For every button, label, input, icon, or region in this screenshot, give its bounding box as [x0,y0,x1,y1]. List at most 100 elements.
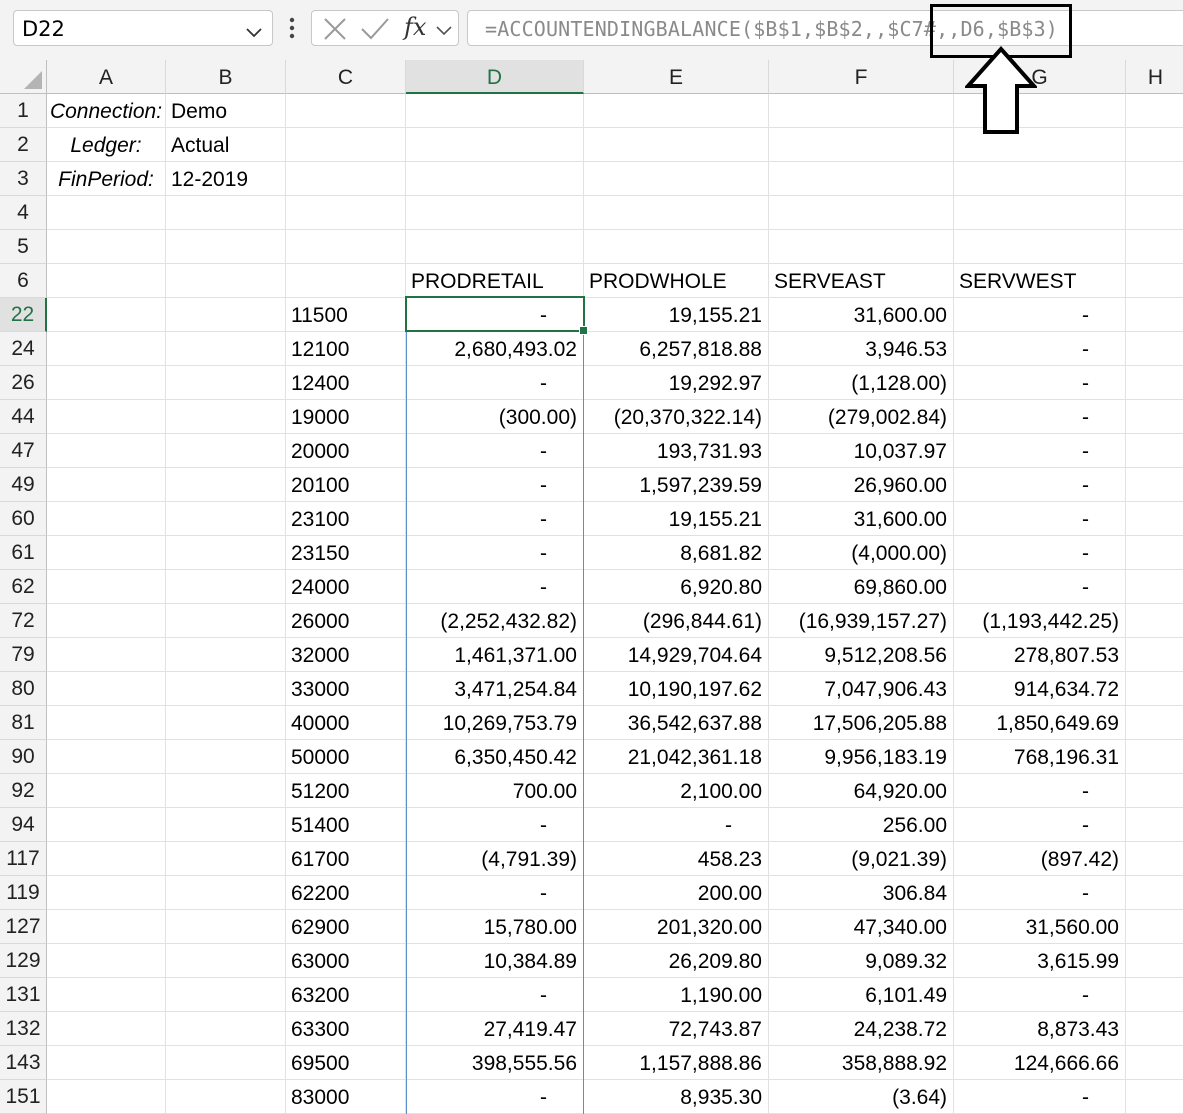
balance-cell[interactable]: 6,350,450.42 [406,740,584,774]
empty-cell[interactable] [47,332,166,366]
balance-cell[interactable]: - [954,774,1126,808]
empty-cell[interactable] [47,570,166,604]
empty-cell[interactable] [47,978,166,1012]
account-cell[interactable]: 62200 [286,876,406,910]
account-cell[interactable]: 20100 [286,468,406,502]
empty-cell[interactable] [166,434,286,468]
balance-cell[interactable]: 306.84 [769,876,954,910]
balance-cell[interactable]: (279,002.84) [769,400,954,434]
balance-cell[interactable]: 21,042,361.18 [584,740,769,774]
account-cell[interactable]: 63000 [286,944,406,978]
empty-cell[interactable] [47,298,166,332]
balance-cell[interactable]: 278,807.53 [954,638,1126,672]
balance-cell[interactable]: (300.00) [406,400,584,434]
row-header[interactable]: 92 [0,774,47,808]
formula-input[interactable]: =ACCOUNTENDINGBALANCE($B$1,$B$2,,$C7#,,D… [467,10,1183,46]
empty-cell[interactable] [1126,774,1183,808]
empty-cell[interactable] [166,978,286,1012]
empty-cell[interactable] [954,162,1126,196]
column-header-f[interactable]: F [769,60,954,94]
balance-cell[interactable]: - [406,876,584,910]
empty-cell[interactable] [286,128,406,162]
balance-cell[interactable]: 10,190,197.62 [584,672,769,706]
column-header-d[interactable]: D [406,60,584,94]
row-header[interactable]: 4 [0,196,47,230]
empty-cell[interactable] [1126,162,1183,196]
balance-cell[interactable]: 26,209.80 [584,944,769,978]
empty-cell[interactable] [47,944,166,978]
empty-cell[interactable] [47,706,166,740]
empty-cell[interactable] [166,400,286,434]
balance-cell[interactable]: 10,269,753.79 [406,706,584,740]
balance-cell[interactable]: 9,512,208.56 [769,638,954,672]
account-cell[interactable]: 23100 [286,502,406,536]
row-header[interactable]: 47 [0,434,47,468]
row-header[interactable]: 44 [0,400,47,434]
balance-cell[interactable]: (1,128.00) [769,366,954,400]
balance-cell[interactable]: 256.00 [769,808,954,842]
balance-cell[interactable]: - [954,468,1126,502]
balance-cell[interactable]: - [954,502,1126,536]
param-value[interactable]: 12-2019 [166,162,286,196]
empty-cell[interactable] [166,298,286,332]
empty-cell[interactable] [769,196,954,230]
column-header-e[interactable]: E [584,60,769,94]
account-cell[interactable]: 69500 [286,1046,406,1080]
row-header[interactable]: 61 [0,536,47,570]
empty-cell[interactable] [406,230,584,264]
balance-cell[interactable]: 201,320.00 [584,910,769,944]
row-header[interactable]: 49 [0,468,47,502]
empty-cell[interactable] [47,264,166,298]
empty-cell[interactable] [47,740,166,774]
balance-cell[interactable]: 1,850,649.69 [954,706,1126,740]
empty-cell[interactable] [166,366,286,400]
empty-cell[interactable] [584,128,769,162]
balance-cell[interactable]: 1,157,888.86 [584,1046,769,1080]
balance-cell[interactable]: - [954,366,1126,400]
empty-cell[interactable] [1126,196,1183,230]
balance-cell[interactable]: (1,193,442.25) [954,604,1126,638]
balance-cell[interactable]: (4,791.39) [406,842,584,876]
account-cell[interactable]: 23150 [286,536,406,570]
balance-cell[interactable]: 193,731.93 [584,434,769,468]
balance-cell[interactable]: 1,461,371.00 [406,638,584,672]
empty-cell[interactable] [166,1046,286,1080]
empty-cell[interactable] [47,808,166,842]
empty-cell[interactable] [1126,434,1183,468]
param-label[interactable] [47,196,166,230]
empty-cell[interactable] [166,876,286,910]
empty-cell[interactable] [166,264,286,298]
empty-cell[interactable] [584,162,769,196]
row-header[interactable]: 94 [0,808,47,842]
empty-cell[interactable] [1126,570,1183,604]
account-cell[interactable]: 50000 [286,740,406,774]
empty-cell[interactable] [286,230,406,264]
balance-cell[interactable]: - [954,332,1126,366]
balance-cell[interactable]: 47,340.00 [769,910,954,944]
empty-cell[interactable] [286,196,406,230]
balance-cell[interactable]: - [954,876,1126,910]
row-header[interactable]: 119 [0,876,47,910]
account-cell[interactable]: 40000 [286,706,406,740]
balance-cell[interactable]: - [954,570,1126,604]
empty-cell[interactable] [406,128,584,162]
account-cell[interactable]: 51400 [286,808,406,842]
row-header[interactable]: 81 [0,706,47,740]
empty-cell[interactable] [286,264,406,298]
balance-cell[interactable]: 10,037.97 [769,434,954,468]
account-cell[interactable]: 20000 [286,434,406,468]
empty-cell[interactable] [584,94,769,128]
select-all-corner[interactable] [0,60,47,94]
row-header[interactable]: 79 [0,638,47,672]
account-cell[interactable]: 61700 [286,842,406,876]
empty-cell[interactable] [1126,706,1183,740]
dimension-header-cell[interactable]: PRODRETAIL [406,264,584,298]
empty-cell[interactable] [1126,672,1183,706]
balance-cell[interactable]: 9,956,183.19 [769,740,954,774]
empty-cell[interactable] [47,638,166,672]
row-header[interactable]: 1 [0,94,47,128]
cancel-x-icon[interactable] [322,16,348,47]
balance-cell[interactable]: 458.23 [584,842,769,876]
row-header[interactable]: 131 [0,978,47,1012]
empty-cell[interactable] [769,162,954,196]
